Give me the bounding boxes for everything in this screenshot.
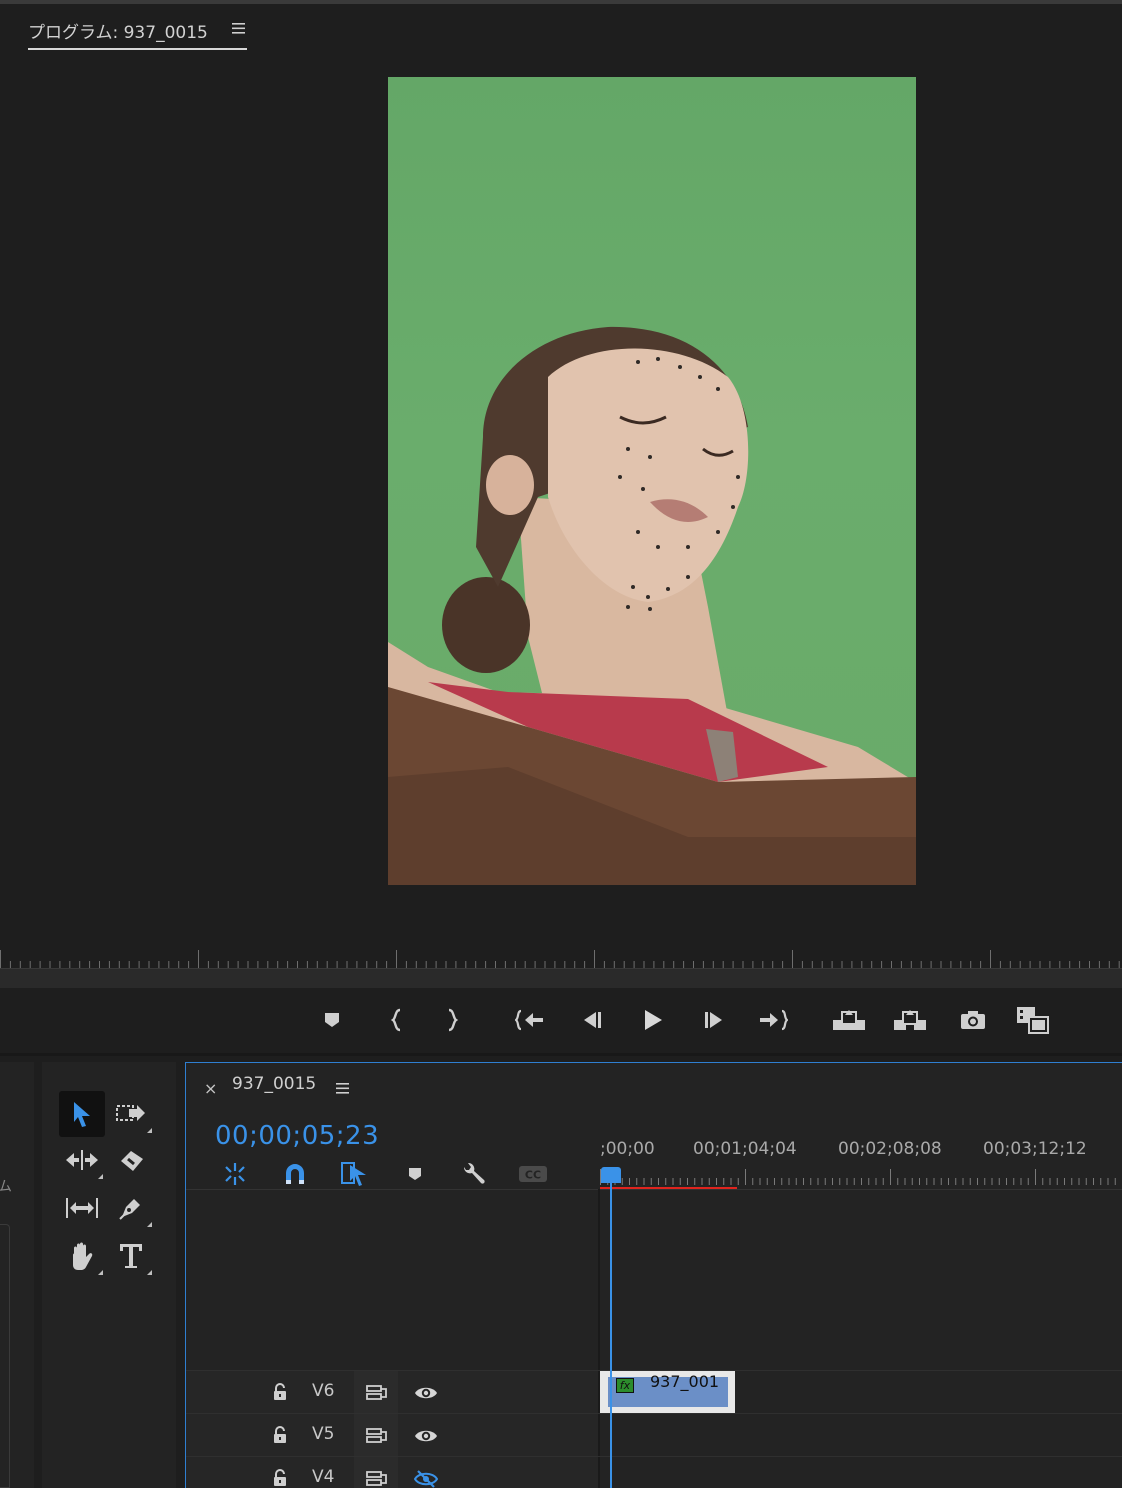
close-tab-button[interactable]: ×	[204, 1079, 217, 1098]
sync-lock-icon[interactable]	[354, 1457, 398, 1488]
sync-lock-icon[interactable]	[354, 1371, 398, 1414]
ruler-separator	[186, 1189, 1122, 1190]
hamburger-icon[interactable]	[336, 1081, 350, 1100]
track-name: V5	[312, 1424, 335, 1444]
lift-icon[interactable]	[832, 1003, 866, 1037]
linked-selection-icon[interactable]	[339, 1159, 369, 1189]
step-forward-icon[interactable]	[697, 1003, 731, 1037]
program-monitor-tab[interactable]: プログラム: 937_0015	[28, 14, 247, 50]
playhead-line[interactable]	[610, 1181, 612, 1488]
program-monitor-preview[interactable]	[388, 77, 916, 885]
track-v4[interactable]: V4	[186, 1456, 1122, 1488]
timeline-panel: × 937_0015 00;00;05;23 CC ;00;00 00;01;0…	[185, 1062, 1122, 1488]
track-name: V4	[312, 1467, 335, 1487]
playhead-timecode[interactable]: 00;00;05;23	[215, 1121, 379, 1151]
project-panel-content	[0, 1224, 10, 1488]
project-panel-tab-label[interactable]: ム	[0, 1176, 12, 1196]
hand-icon[interactable]	[59, 1233, 105, 1279]
selection-tool-icon[interactable]	[59, 1091, 105, 1137]
go-to-out-icon[interactable]	[756, 1003, 790, 1037]
wrench-icon[interactable]	[458, 1159, 488, 1189]
export-frame-icon[interactable]	[956, 1003, 990, 1037]
track-name: V6	[312, 1381, 335, 1401]
go-to-in-icon[interactable]	[513, 1003, 547, 1037]
eye-icon[interactable]	[404, 1414, 448, 1457]
captions-icon[interactable]: CC	[518, 1159, 548, 1189]
mark-in-icon[interactable]	[380, 1003, 414, 1037]
slip-icon[interactable]	[59, 1185, 105, 1231]
type-icon[interactable]	[108, 1233, 154, 1279]
track-select-forward-icon[interactable]	[108, 1091, 154, 1137]
razor-icon[interactable]	[108, 1137, 154, 1183]
sequence-tab-label[interactable]: 937_0015	[232, 1074, 316, 1094]
ruler-label: 00;02;08;08	[838, 1139, 942, 1159]
window-top-border	[0, 0, 1122, 4]
time-ruler[interactable]	[600, 1165, 1122, 1189]
time-ruler-labels: ;00;00 00;01;04;04 00;02;08;08 00;03;12;…	[600, 1139, 1122, 1163]
transport-controls	[0, 995, 1122, 1047]
snap-magnet-icon[interactable]	[280, 1159, 310, 1189]
step-back-icon[interactable]	[575, 1003, 609, 1037]
monitor-zoom-scrollbar[interactable]	[0, 968, 1122, 988]
ruler-label: 00;01;04;04	[693, 1139, 797, 1159]
lock-icon[interactable]	[272, 1426, 288, 1448]
add-marker-icon[interactable]	[400, 1159, 430, 1189]
video-clip[interactable]: fx 937_001	[600, 1371, 735, 1413]
monitor-mini-ruler[interactable]	[0, 944, 1122, 968]
nest-sequences-icon[interactable]	[220, 1159, 250, 1189]
mark-out-icon[interactable]	[435, 1003, 469, 1037]
svg-text:CC: CC	[525, 1169, 541, 1182]
hamburger-icon[interactable]	[232, 20, 246, 34]
eye-icon[interactable]	[404, 1371, 448, 1414]
ripple-edit-icon[interactable]	[59, 1137, 105, 1183]
program-monitor-title: プログラム: 937_0015	[28, 23, 208, 43]
lock-icon[interactable]	[272, 1383, 288, 1405]
track-v5[interactable]: V5	[186, 1413, 1122, 1457]
tools-panel	[42, 1062, 176, 1488]
eye-hidden-icon[interactable]	[404, 1457, 448, 1488]
play-icon[interactable]	[635, 1003, 669, 1037]
lock-icon[interactable]	[272, 1469, 288, 1488]
comparison-view-icon[interactable]	[1016, 1003, 1050, 1037]
ruler-label: 00;03;12;12	[983, 1139, 1087, 1159]
pen-icon[interactable]	[108, 1185, 154, 1231]
sync-lock-icon[interactable]	[354, 1414, 398, 1457]
marker-icon[interactable]	[315, 1003, 349, 1037]
extract-icon[interactable]	[893, 1003, 927, 1037]
ruler-label: ;00;00	[600, 1139, 655, 1159]
clip-name: 937_001	[650, 1372, 720, 1391]
panel-divider[interactable]	[0, 1053, 1122, 1056]
fx-badge: fx	[616, 1378, 634, 1393]
video-frame-image	[388, 326, 916, 885]
